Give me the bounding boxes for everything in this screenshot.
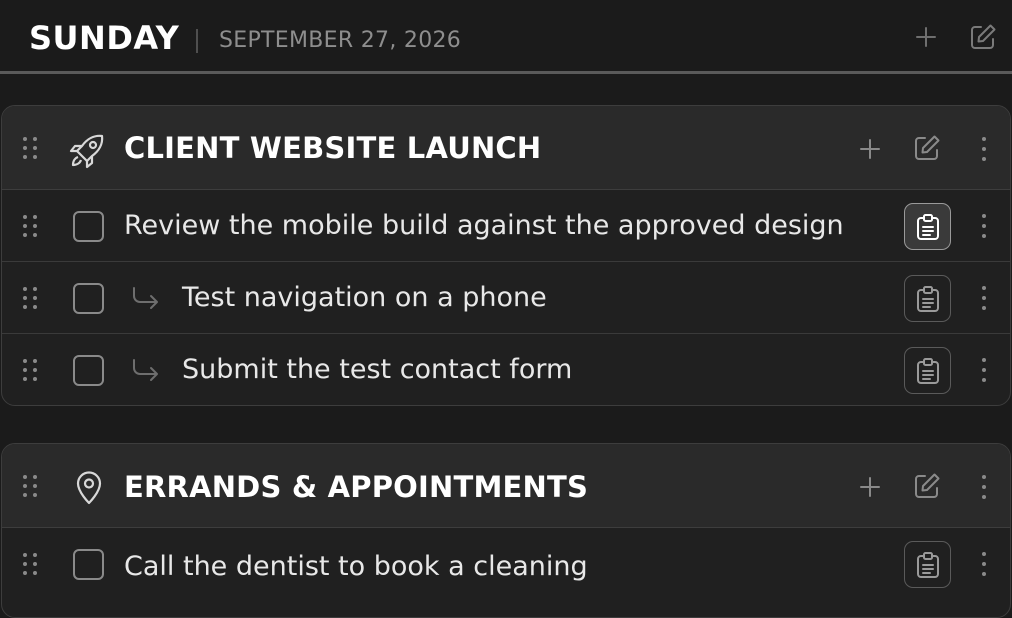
plus-icon — [860, 477, 880, 497]
group-menu-button[interactable] — [979, 472, 989, 502]
task-group-title: ERRANDS & APPOINTMENTS — [124, 470, 589, 504]
add-task-button[interactable] — [855, 472, 885, 502]
clipboard-icon — [916, 213, 939, 240]
add-group-button[interactable] — [911, 22, 941, 52]
task-text[interactable]: Call the dentist to book a cleaning — [124, 550, 588, 584]
day-title: SUNDAY — [29, 19, 180, 57]
task-group-title: CLIENT WEBSITE LAUNCH — [124, 131, 542, 165]
plus-icon — [916, 27, 936, 47]
task-group-card: ERRANDS & APPOINTMENTS Call the dentist … — [1, 443, 1011, 618]
clipboard-button[interactable] — [904, 203, 951, 250]
task-row: Review the mobile build against the appr… — [2, 190, 1010, 262]
group-menu-button[interactable] — [979, 134, 989, 164]
clipboard-button[interactable] — [904, 541, 951, 588]
drag-handle-icon[interactable] — [22, 286, 38, 310]
edit-group-button[interactable] — [910, 469, 944, 503]
drag-handle-icon[interactable] — [22, 358, 38, 382]
rocket-icon — [68, 130, 108, 170]
task-group-header: CLIENT WEBSITE LAUNCH — [2, 106, 1010, 190]
task-checkbox[interactable] — [73, 211, 104, 242]
clipboard-icon — [916, 551, 939, 578]
task-text[interactable]: Test navigation on a phone — [182, 281, 547, 315]
task-checkbox[interactable] — [73, 355, 104, 386]
task-menu-button[interactable] — [979, 211, 989, 241]
add-task-button[interactable] — [855, 134, 885, 164]
drag-handle-icon[interactable] — [22, 214, 38, 238]
plus-icon — [860, 139, 880, 159]
edit-icon — [915, 135, 940, 160]
task-text[interactable]: Submit the test contact form — [182, 353, 572, 387]
task-checkbox[interactable] — [73, 283, 104, 314]
task-row: Call the dentist to book a cleaning — [2, 528, 1010, 600]
edit-icon — [915, 473, 940, 498]
task-checkbox[interactable] — [73, 549, 104, 580]
day-header: SUNDAY SEPTEMBER 27, 2026 — [0, 0, 1012, 72]
edit-day-button[interactable] — [966, 20, 1000, 54]
task-menu-button[interactable] — [979, 355, 989, 385]
drag-handle-icon[interactable] — [22, 136, 38, 160]
clipboard-icon — [916, 285, 939, 312]
header-divider — [196, 29, 198, 53]
subtask-arrow-icon — [133, 359, 158, 381]
clipboard-button[interactable] — [904, 275, 951, 322]
task-menu-button[interactable] — [979, 549, 989, 579]
map-pin-icon — [74, 470, 104, 506]
task-group-card: CLIENT WEBSITE LAUNCH Review the mobile … — [1, 105, 1011, 406]
header-rule — [0, 71, 1012, 74]
edit-icon — [971, 24, 996, 49]
drag-handle-icon[interactable] — [22, 552, 38, 576]
edit-group-button[interactable] — [910, 131, 944, 165]
task-row: Submit the test contact form — [2, 334, 1010, 405]
task-text[interactable]: Review the mobile build against the appr… — [124, 209, 844, 243]
clipboard-icon — [916, 357, 939, 384]
drag-handle-icon[interactable] — [22, 474, 38, 498]
task-group-header: ERRANDS & APPOINTMENTS — [2, 444, 1010, 528]
date-label: SEPTEMBER 27, 2026 — [219, 28, 462, 53]
clipboard-button[interactable] — [904, 347, 951, 394]
task-row: Test navigation on a phone — [2, 262, 1010, 334]
subtask-arrow-icon — [133, 287, 158, 309]
task-menu-button[interactable] — [979, 283, 989, 313]
